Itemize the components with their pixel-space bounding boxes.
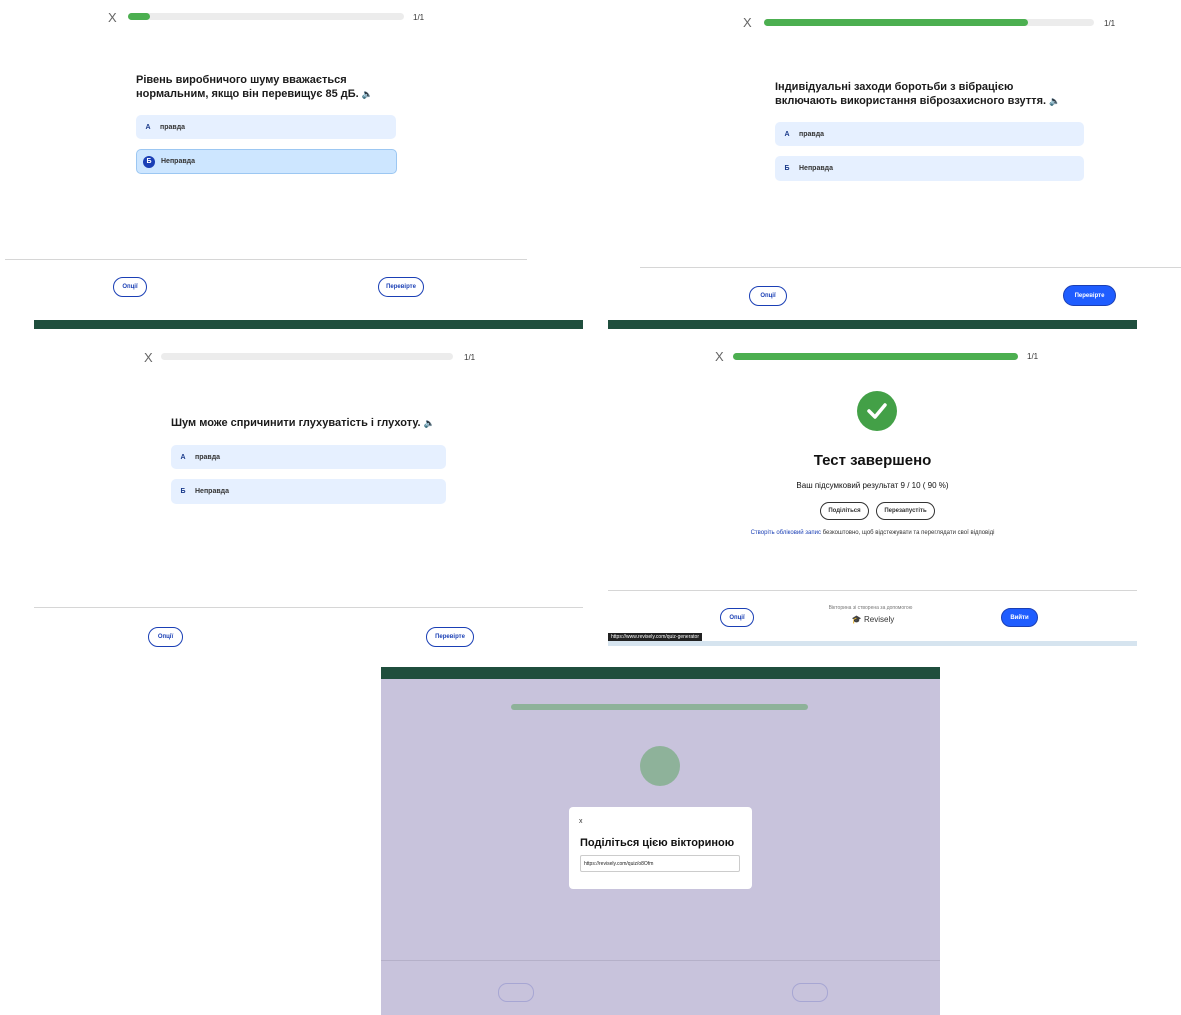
share-panel: x Поділіться цією вікториною https://rev… [381, 667, 940, 1015]
quiz-panel-1: X 1/1 Рівень виробничого шуму вважається… [0, 0, 590, 318]
speaker-icon[interactable]: 🔈 [362, 89, 373, 99]
progress-bar [764, 19, 1094, 26]
progress-counter: 1/1 [1104, 19, 1116, 28]
options-button[interactable]: Опції [148, 627, 183, 647]
brand-logo: 🎓 Revisely [833, 615, 913, 624]
close-icon[interactable]: X [743, 16, 752, 29]
progress-fill [764, 19, 1028, 26]
footer-divider [608, 590, 1137, 591]
blurred-check-icon [640, 746, 680, 786]
restart-button[interactable]: Перезапустіть [876, 502, 935, 520]
option-letter: A [145, 123, 151, 131]
footer-divider [640, 267, 1181, 268]
blurred-exit-button [792, 983, 828, 1002]
option-a[interactable]: A правда [136, 115, 396, 139]
result-score: Ваш підсумковий результат 9 / 10 ( 90 %) [796, 481, 949, 490]
progress-fill [128, 13, 151, 20]
modal-title: Поділіться цією вікториною [580, 837, 735, 849]
brand-label: Revisely [863, 615, 895, 624]
signup-line: Створіть обліковий запис безкоштовно, що… [608, 530, 1137, 536]
progress-counter: 1/1 [1027, 352, 1039, 361]
option-letter: Б [143, 155, 155, 168]
signup-link[interactable]: Створіть обліковий запис [751, 530, 821, 536]
progress-counter: 1/1 [413, 13, 425, 22]
question-text: Індивідуальні заходи боротьби з вібраціє… [775, 80, 1075, 108]
question-text: Рівень виробничого шуму вважається норма… [136, 73, 406, 101]
blurred-progress-bar [511, 704, 808, 710]
progress-fill [733, 353, 1018, 360]
share-url-input[interactable]: https://revisely.com/quiz/o8Ofm [580, 855, 740, 872]
option-label: правда [160, 123, 186, 131]
option-b[interactable]: Б Неправда [171, 479, 446, 504]
check-button[interactable]: Перевірте [378, 277, 424, 297]
graduation-cap-icon: 🎓 [851, 615, 862, 624]
progress-bar [128, 13, 404, 20]
check-circle-icon [857, 391, 897, 431]
progress-bar [161, 353, 453, 360]
question-text: Шум може спричинити глухуватість і глухо… [171, 416, 471, 430]
option-label: Неправда [799, 165, 833, 172]
option-letter: A [180, 453, 186, 461]
taskbar-strip [381, 667, 940, 679]
footer-divider [5, 259, 527, 260]
taskbar-strip [608, 320, 1137, 329]
question-label: Рівень виробничого шуму вважається норма… [136, 74, 359, 100]
option-label: правда [195, 453, 221, 461]
blurred-divider [381, 960, 940, 961]
signup-rest: безкоштовно, щоб відстежувати та перегля… [820, 530, 995, 536]
footer-divider [34, 607, 583, 608]
progress-bar [733, 353, 1018, 360]
option-b[interactable]: Б Неправда [775, 156, 1084, 181]
options-button[interactable]: Опції [720, 608, 754, 627]
option-label: Неправда [195, 488, 229, 495]
exit-button[interactable]: Вийти [1001, 608, 1038, 627]
option-letter: A [784, 130, 790, 138]
options-button[interactable]: Опції [113, 277, 147, 297]
taskbar-strip [608, 641, 1137, 646]
options-button[interactable]: Опції [749, 286, 787, 306]
share-url-value: https://revisely.com/quiz/o8Ofm [584, 861, 654, 867]
taskbar-strip [34, 320, 583, 329]
close-icon[interactable]: x [579, 818, 583, 825]
speaker-icon[interactable]: 🔈 [424, 418, 435, 428]
option-label: Неправда [161, 158, 195, 165]
question-label: Шум може спричинити глухуватість і глухо… [171, 417, 421, 429]
check-button[interactable]: Перевірте [426, 627, 474, 647]
quiz-panel-2: X 1/1 Індивідуальні заходи боротьби з ві… [608, 0, 1181, 318]
footer-caption: Вікторина зі створена за допомогою [828, 605, 913, 611]
close-icon[interactable]: X [715, 350, 724, 363]
result-title: Тест завершено [813, 452, 932, 469]
option-a[interactable]: A правда [775, 122, 1084, 146]
speaker-icon[interactable]: 🔈 [1049, 96, 1060, 106]
quiz-panel-3: X 1/1 Шум може спричинити глухуватість і… [34, 330, 583, 650]
question-label: Індивідуальні заходи боротьби з вібраціє… [775, 81, 1047, 107]
option-a[interactable]: A правда [171, 445, 446, 469]
check-button[interactable]: Перевірте [1063, 285, 1116, 306]
option-b[interactable]: Б Неправда [136, 149, 397, 174]
option-label: правда [799, 130, 825, 138]
option-letter: Б [180, 488, 186, 495]
close-icon[interactable]: X [108, 11, 117, 24]
status-url: https://www.revisely.com/quiz-generator [608, 633, 702, 641]
progress-counter: 1/1 [464, 353, 476, 362]
blurred-options-button [498, 983, 534, 1002]
option-letter: Б [784, 165, 790, 172]
share-button[interactable]: Поділіться [820, 502, 869, 520]
share-modal: x Поділіться цією вікториною https://rev… [569, 807, 752, 889]
close-icon[interactable]: X [144, 351, 153, 364]
result-panel: X 1/1 Тест завершено Ваш підсумковий рез… [608, 330, 1137, 646]
